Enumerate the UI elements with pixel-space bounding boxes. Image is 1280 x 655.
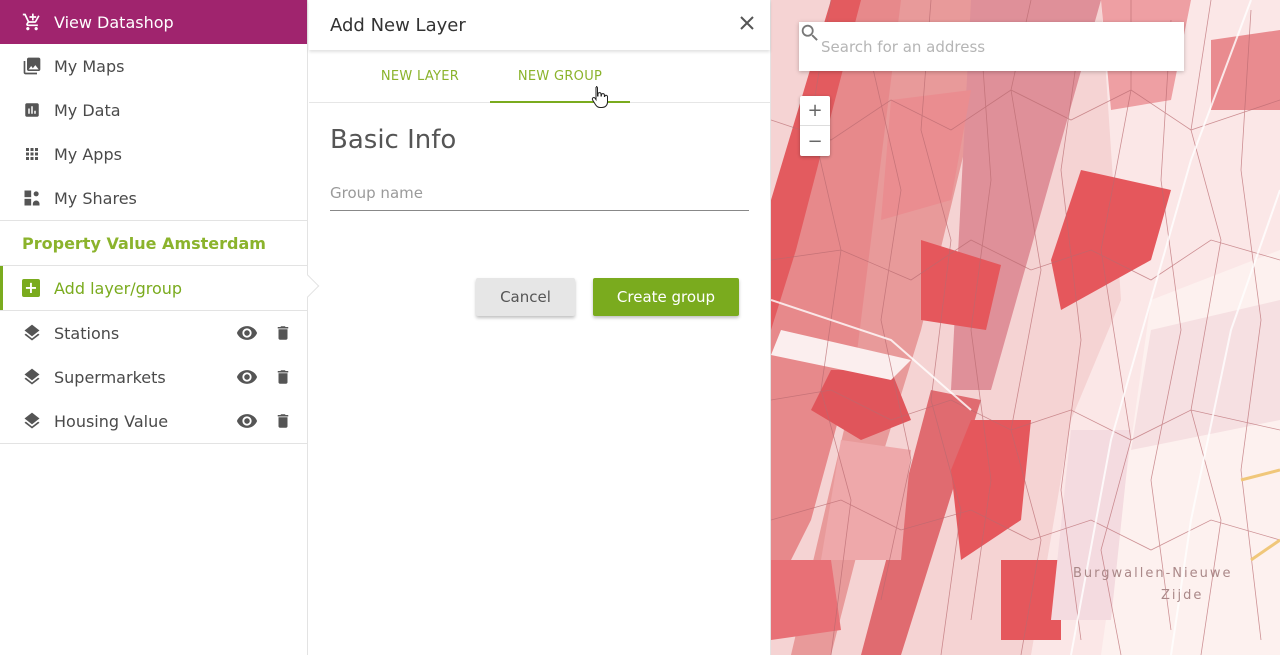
layer-row-supermarkets[interactable]: Supermarkets (0, 355, 307, 399)
address-search-input[interactable] (821, 37, 1140, 56)
tab-new-layer[interactable]: NEW LAYER (350, 50, 490, 103)
group-name-input[interactable] (330, 184, 749, 202)
group-name-field (330, 183, 749, 211)
add-layer-label: Add layer/group (54, 278, 183, 298)
nav-label: My Data (54, 100, 121, 120)
form-buttons: Cancel Create group (476, 278, 739, 316)
layer-label: Supermarkets (54, 367, 166, 387)
divider (0, 443, 307, 444)
map-district-label: Burgwallen-Nieuwe (1073, 566, 1233, 581)
map-canvas (771, 0, 1280, 655)
view-datashop-button[interactable]: View Datashop (0, 0, 307, 44)
map-view[interactable]: + − Burgwallen-Nieuwe Zijde (771, 0, 1280, 655)
share-icon (22, 188, 42, 208)
address-search (799, 22, 1184, 71)
nav-label: My Shares (54, 188, 137, 208)
nav-label: My Maps (54, 56, 125, 76)
zoom-out-button[interactable]: − (800, 126, 830, 156)
section-title: Basic Info (330, 125, 457, 155)
panel-tabs: NEW LAYER NEW GROUP (309, 50, 770, 103)
hand-cursor-icon (591, 86, 608, 108)
eye-icon[interactable] (235, 321, 259, 345)
layer-row-stations[interactable]: Stations (0, 311, 307, 355)
layer-row-housing-value[interactable]: Housing Value (0, 399, 307, 443)
map-district-label: Zijde (1161, 588, 1204, 603)
bar-chart-icon (22, 100, 42, 120)
nav-my-maps[interactable]: My Maps (0, 44, 307, 88)
image-icon (22, 56, 42, 76)
nav-my-data[interactable]: My Data (0, 88, 307, 132)
panel-title: Add New Layer (330, 14, 466, 36)
layer-label: Housing Value (54, 411, 169, 431)
zoom-in-button[interactable]: + (800, 96, 830, 126)
project-title: Property Value Amsterdam (22, 233, 266, 253)
eye-icon[interactable] (235, 365, 259, 389)
cancel-button[interactable]: Cancel (476, 278, 575, 316)
plus-square-icon: + (22, 279, 40, 297)
nav-my-shares[interactable]: My Shares (0, 176, 307, 220)
cart-icon (22, 11, 44, 33)
sidebar: View Datashop My Maps My Data My Apps My… (0, 0, 320, 655)
layer-label: Stations (54, 323, 120, 343)
nav-label: My Apps (54, 144, 122, 164)
trash-icon[interactable] (271, 321, 295, 345)
tab-new-group[interactable]: NEW GROUP (490, 50, 630, 103)
add-layer-group-button[interactable]: + Add layer/group (0, 266, 320, 310)
datashop-label: View Datashop (54, 12, 174, 32)
trash-icon[interactable] (271, 409, 295, 433)
layers-icon (22, 323, 42, 343)
panel-header: Add New Layer (309, 0, 770, 50)
zoom-control: + − (800, 96, 830, 156)
trash-icon[interactable] (271, 365, 295, 389)
layers-icon (22, 411, 42, 431)
layers-icon (22, 367, 42, 387)
nav-my-apps[interactable]: My Apps (0, 132, 307, 176)
add-layer-panel: Add New Layer NEW LAYER NEW GROUP Basic … (309, 0, 771, 655)
grid-icon (22, 144, 42, 164)
close-icon[interactable] (736, 12, 758, 34)
create-group-button[interactable]: Create group (593, 278, 739, 316)
eye-icon[interactable] (235, 409, 259, 433)
search-icon[interactable] (801, 22, 1184, 71)
